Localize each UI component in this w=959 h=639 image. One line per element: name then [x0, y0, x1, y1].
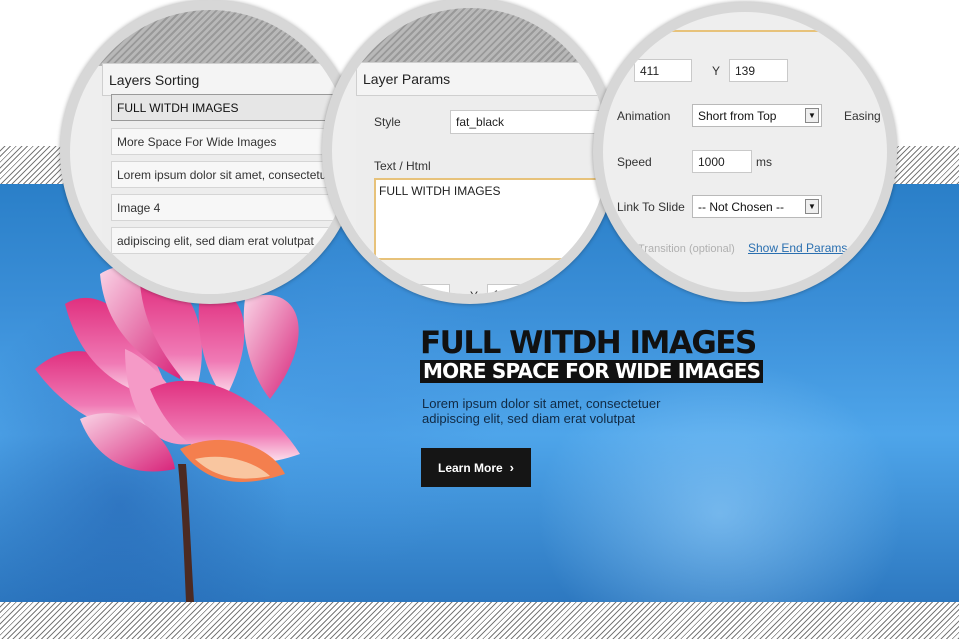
dropdown-arrow-icon: ▼	[805, 199, 819, 214]
striped-band-bottom	[0, 602, 959, 639]
layers-panel-title: Layers Sorting	[109, 71, 200, 88]
hatch-background	[332, 8, 608, 70]
layer-item[interactable]: adipiscing elit, sed diam erat volutpat	[111, 227, 350, 254]
style-label: Style	[374, 115, 401, 129]
style-input[interactable]: fat_black	[450, 110, 608, 134]
learn-more-button[interactable]: Learn More ›	[421, 448, 531, 487]
animation-label: Animation	[617, 109, 671, 123]
show-end-params-link[interactable]: Show End Params	[748, 241, 847, 255]
y-position-input[interactable]: 139	[729, 59, 788, 82]
animation-select[interactable]: Short from Top ▼	[692, 104, 822, 127]
easing-label: Easing	[844, 109, 881, 123]
hatch-background	[70, 10, 350, 66]
chevron-right-icon: ›	[509, 460, 515, 475]
learn-more-label: Learn More	[437, 460, 503, 475]
layer-item[interactable]: FULL WITDH IMAGES	[111, 94, 350, 121]
text-html-textarea[interactable]: FULL WITDH IMAGES	[374, 178, 608, 260]
y-label: Y	[712, 64, 721, 78]
layer-item[interactable]: More Space For Wide Images	[111, 128, 350, 155]
animation-value: Short from Top	[698, 108, 777, 123]
y-label: Y	[470, 289, 479, 303]
magnifier-layer-params: Layer Params Style fat_black Text / Html…	[322, 0, 618, 304]
slide-text: Lorem ipsum dolor sit amet, consectetuer…	[422, 396, 661, 426]
transition-label: Transition (optional)	[638, 243, 735, 255]
params-panel-title: Layer Params	[363, 71, 451, 87]
textarea-edge	[665, 30, 825, 32]
speed-input[interactable]: 1000	[692, 150, 752, 173]
speed-label: Speed	[617, 155, 652, 169]
layer-item[interactable]: Image 4	[111, 194, 350, 221]
speed-unit: ms	[756, 155, 772, 169]
magnifier-animation-params: 411 Y 139 Animation Short from Top ▼ Eas…	[593, 2, 897, 302]
slide-subtitle: MORE SPACE FOR WIDE IMAGES	[420, 360, 764, 383]
params-panel-header: Layer Params	[356, 62, 608, 96]
link-to-slide-select[interactable]: -- Not Chosen -- ▼	[692, 195, 822, 218]
slide-title: FULL WITDH IMAGES	[420, 325, 757, 361]
layer-item[interactable]: Lorem ipsum dolor sit amet, consectetuer	[111, 161, 350, 188]
x-position-input[interactable]: 411	[634, 59, 692, 82]
layers-panel-header: Layers Sorting	[102, 63, 350, 96]
link-to-slide-value: -- Not Chosen --	[698, 199, 785, 214]
magnifier-layers-sorting: Layers Sorting FULL WITDH IMAGES More Sp…	[60, 0, 360, 304]
link-to-slide-label: Link To Slide	[617, 200, 685, 214]
dropdown-arrow-icon: ▼	[805, 108, 819, 123]
text-html-label: Text / Html	[374, 159, 431, 173]
